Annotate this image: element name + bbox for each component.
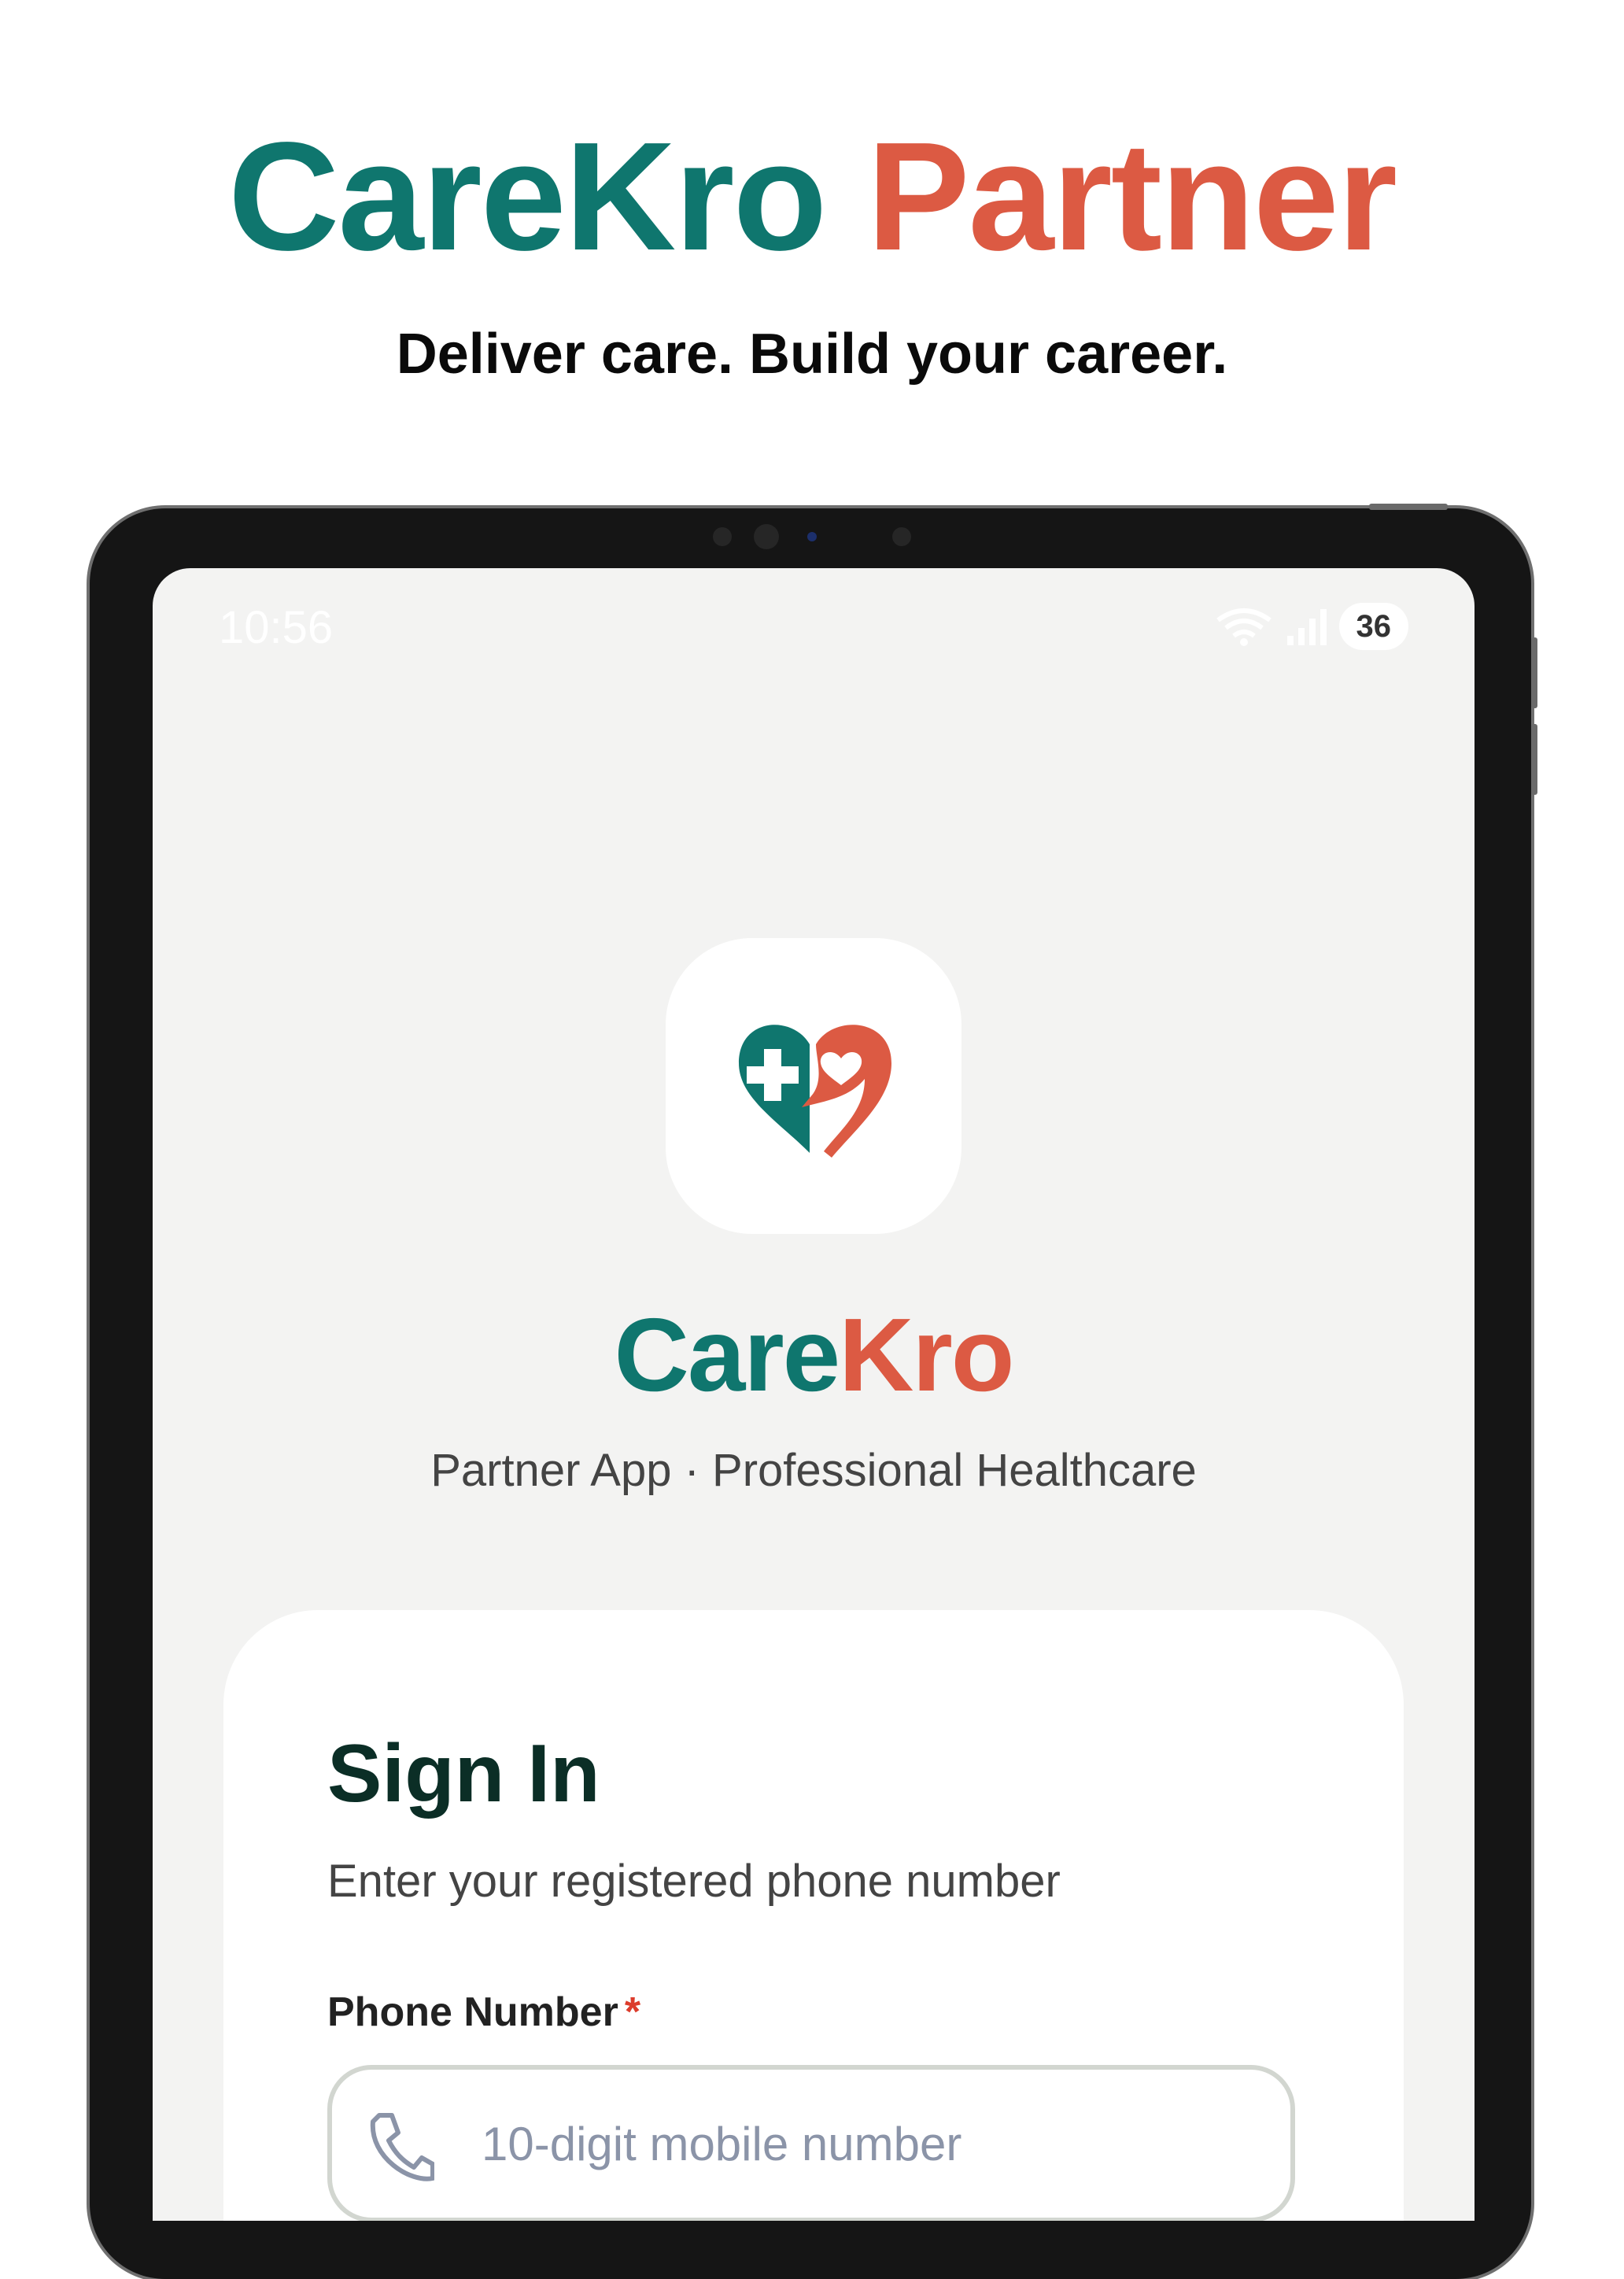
volume-up-button — [1531, 637, 1537, 708]
hero-subtitle: Deliver care. Build your career. — [396, 323, 1228, 386]
phone-number-label: Phone Number * — [327, 1988, 640, 2037]
volume-down-button — [1531, 724, 1537, 795]
carekro-logo-icon — [666, 938, 961, 1234]
camera-dot — [713, 527, 732, 546]
phone-input-placeholder[interactable]: 10-digit mobile number — [482, 2117, 961, 2172]
phone-icon — [370, 2113, 434, 2181]
camera-dot — [892, 527, 911, 546]
hero-title: CareKro Partner — [0, 110, 1624, 283]
required-asterisk: * — [624, 1989, 641, 2035]
signal-icon — [1286, 609, 1327, 645]
brand-kro: Kro — [839, 1297, 1014, 1413]
phone-label-text: Phone Number — [327, 1989, 618, 2035]
camera-sensor — [807, 532, 817, 541]
brand-care: Care — [614, 1297, 841, 1413]
hero-title-partner: Partner — [866, 110, 1397, 283]
status-time: 10:56 — [219, 602, 334, 653]
signin-card: Sign In Enter your registered phone numb… — [223, 1610, 1404, 2221]
app-tagline: Partner App · Professional Healthcare — [430, 1445, 1197, 1496]
power-button — [1369, 504, 1448, 510]
app-brand: CareKro — [153, 1296, 1475, 1414]
signin-subtitle: Enter your registered phone number — [327, 1856, 1061, 1907]
status-icons: 36 — [1213, 603, 1408, 650]
battery-icon: 36 — [1338, 603, 1408, 650]
app-screen: 10:56 36 CareKro Partner App · Professio… — [153, 568, 1475, 2221]
phone-number-field[interactable]: 10-digit mobile number — [327, 2065, 1295, 2221]
signin-title: Sign In — [327, 1728, 600, 1819]
wifi-icon — [1216, 608, 1272, 646]
hero-title-carekro: CareKro — [227, 110, 827, 283]
camera-lens — [754, 524, 779, 549]
